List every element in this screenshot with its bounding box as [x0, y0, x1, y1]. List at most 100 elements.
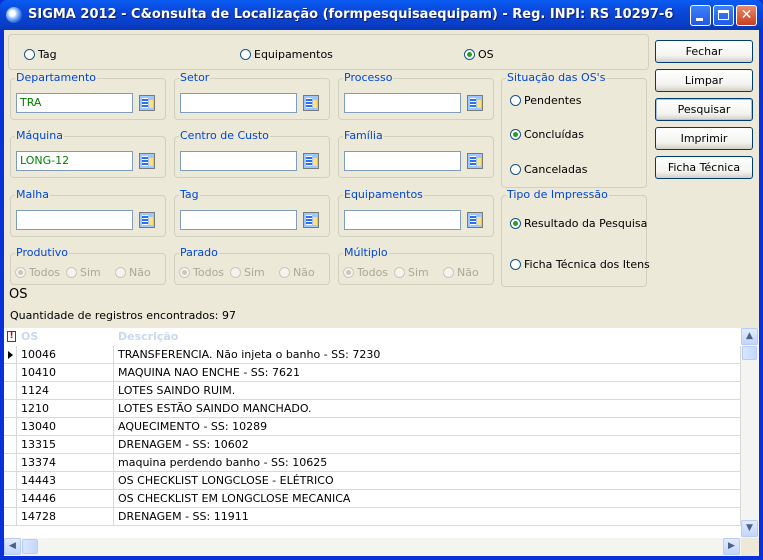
radio-ficha-tecnica-itens[interactable]: Ficha Técnica dos Itens [510, 258, 650, 271]
title-bar[interactable]: SIGMA 2012 - C&onsulta de Localização (f… [0, 0, 763, 30]
cell-os[interactable]: 14443 [17, 472, 114, 490]
ficha-tecnica-button[interactable]: Ficha Técnica [655, 156, 753, 179]
cell-os[interactable]: 13374 [17, 454, 114, 472]
table-row[interactable]: 14728 DRENAGEM - SS: 11911 [4, 508, 741, 526]
departamento-lookup-icon[interactable] [139, 95, 155, 111]
row-indicator[interactable] [4, 472, 17, 490]
table-row[interactable]: 1210 LOTES ESTÃO SAINDO MANCHADO. [4, 400, 741, 418]
vertical-scroll-thumb[interactable] [742, 346, 757, 360]
table-row[interactable]: 10410 MAQUINA NAO ENCHE - SS: 7621 [4, 364, 741, 382]
minimize-button[interactable] [690, 5, 711, 26]
familia-lookup-icon[interactable] [467, 153, 483, 169]
cell-descricao[interactable]: OS CHECKLIST EM LONGCLOSE MECANICA [114, 490, 741, 508]
close-button[interactable]: ✕ [736, 5, 757, 26]
row-indicator[interactable] [4, 454, 17, 472]
client-area: Tag Equipamentos OS Departamento TRA Set… [4, 30, 759, 556]
scroll-right-icon[interactable]: ▶ [723, 538, 740, 555]
column-header-descricao[interactable]: Descrição [114, 328, 741, 346]
table-row[interactable]: 10046 TRANSFERENCIA. Não injeta o banho -… [4, 346, 741, 364]
equipamentos-input[interactable] [344, 210, 461, 230]
radio-tag[interactable]: Tag [24, 48, 57, 61]
radio-resultado-pesquisa[interactable]: Resultado da Pesquisa [510, 217, 647, 230]
maquina-lookup-icon[interactable] [139, 153, 155, 169]
radio-label: Sim [408, 266, 429, 279]
departamento-input[interactable]: TRA [16, 93, 133, 113]
produtivo-nao: Não [115, 266, 151, 279]
group-centro-custo: Centro de Custo [174, 129, 330, 178]
cell-os[interactable]: 13040 [17, 418, 114, 436]
radio-circle [240, 49, 251, 60]
cell-descricao[interactable]: maquina perdendo banho - SS: 10625 [114, 454, 741, 472]
malha-input[interactable] [16, 210, 133, 230]
row-indicator[interactable] [4, 436, 17, 454]
current-row-indicator-icon[interactable] [4, 346, 17, 364]
cell-os[interactable]: 1210 [17, 400, 114, 418]
cell-os[interactable]: 10046 [17, 346, 114, 364]
row-indicator[interactable] [4, 400, 17, 418]
result-type-label: OS [9, 287, 28, 302]
multiplo-todos: Todos [343, 266, 388, 279]
fechar-button[interactable]: Fechar [655, 40, 753, 63]
equipamentos-lookup-icon[interactable] [467, 212, 483, 228]
cell-os[interactable]: 10410 [17, 364, 114, 382]
tag-input[interactable] [180, 210, 297, 230]
cell-os[interactable]: 1124 [17, 382, 114, 400]
cell-descricao[interactable]: DRENAGEM - SS: 11911 [114, 508, 741, 526]
centro-custo-input[interactable] [180, 151, 297, 171]
table-row[interactable]: 14446 OS CHECKLIST EM LONGCLOSE MECANICA [4, 490, 741, 508]
table-row[interactable]: 13315 DRENAGEM - SS: 10602 [4, 436, 741, 454]
maquina-input[interactable]: LONG-12 [16, 151, 133, 171]
pesquisar-button[interactable]: Pesquisar [655, 98, 753, 121]
malha-lookup-icon[interactable] [139, 212, 155, 228]
table-row[interactable]: 13040 AQUECIMENTO - SS: 10289 [4, 418, 741, 436]
radio-pendentes[interactable]: Pendentes [510, 94, 582, 107]
cell-os[interactable]: 14728 [17, 508, 114, 526]
cell-descricao[interactable]: OS CHECKLIST LONGCLOSE - ELÉTRICO [114, 472, 741, 490]
group-processo: Processo [338, 71, 494, 120]
table-row[interactable]: 14443 OS CHECKLIST LONGCLOSE - ELÉTRICO [4, 472, 741, 490]
cell-descricao[interactable]: AQUECIMENTO - SS: 10289 [114, 418, 741, 436]
table-row[interactable]: 13374 maquina perdendo banho - SS: 10625 [4, 454, 741, 472]
setor-input[interactable] [180, 93, 297, 113]
cell-descricao[interactable]: MAQUINA NAO ENCHE - SS: 7621 [114, 364, 741, 382]
centro-custo-lookup-icon[interactable] [303, 153, 319, 169]
radio-circle [510, 164, 521, 175]
radio-concluidas[interactable]: Concluídas [510, 128, 584, 141]
centro-custo-label: Centro de Custo [179, 129, 270, 142]
radio-circle [510, 259, 521, 270]
setor-lookup-icon[interactable] [303, 95, 319, 111]
row-indicator[interactable] [4, 382, 17, 400]
cell-descricao[interactable]: LOTES SAINDO RUIM. [114, 382, 741, 400]
horizontal-scrollbar[interactable]: ◀ ▶ [4, 538, 741, 556]
column-header-os[interactable]: OS [17, 328, 114, 346]
scroll-down-icon[interactable]: ▼ [741, 520, 758, 537]
cell-os[interactable]: 13315 [17, 436, 114, 454]
horizontal-scroll-thumb[interactable] [22, 539, 38, 554]
processo-input[interactable] [344, 93, 461, 113]
maximize-button[interactable] [713, 5, 734, 26]
cell-descricao[interactable]: LOTES ESTÃO SAINDO MANCHADO. [114, 400, 741, 418]
limpar-button[interactable]: Limpar [655, 69, 753, 92]
familia-input[interactable] [344, 151, 461, 171]
produtivo-sim: Sim [66, 266, 101, 279]
radio-label: Resultado da Pesquisa [524, 217, 648, 230]
scroll-up-icon[interactable]: ▲ [741, 328, 758, 345]
cell-descricao[interactable]: TRANSFERENCIA. Não injeta o banho - SS: … [114, 346, 741, 364]
tag-lookup-icon[interactable] [303, 212, 319, 228]
row-indicator[interactable] [4, 508, 17, 526]
radio-equipamentos[interactable]: Equipamentos [240, 48, 333, 61]
imprimir-button[interactable]: Imprimir [655, 127, 753, 150]
row-indicator[interactable] [4, 418, 17, 436]
row-indicator[interactable] [4, 364, 17, 382]
table-row[interactable]: 1124 LOTES SAINDO RUIM. [4, 382, 741, 400]
cell-descricao[interactable]: DRENAGEM - SS: 10602 [114, 436, 741, 454]
processo-lookup-icon[interactable] [467, 95, 483, 111]
radio-os[interactable]: OS [464, 48, 494, 61]
radio-canceladas[interactable]: Canceladas [510, 163, 587, 176]
vertical-scrollbar[interactable]: ▲ ▼ [741, 328, 759, 538]
scroll-left-icon[interactable]: ◀ [4, 538, 21, 555]
departamento-label: Departamento [15, 71, 98, 84]
app-icon[interactable] [6, 7, 22, 23]
cell-os[interactable]: 14446 [17, 490, 114, 508]
row-indicator[interactable] [4, 490, 17, 508]
